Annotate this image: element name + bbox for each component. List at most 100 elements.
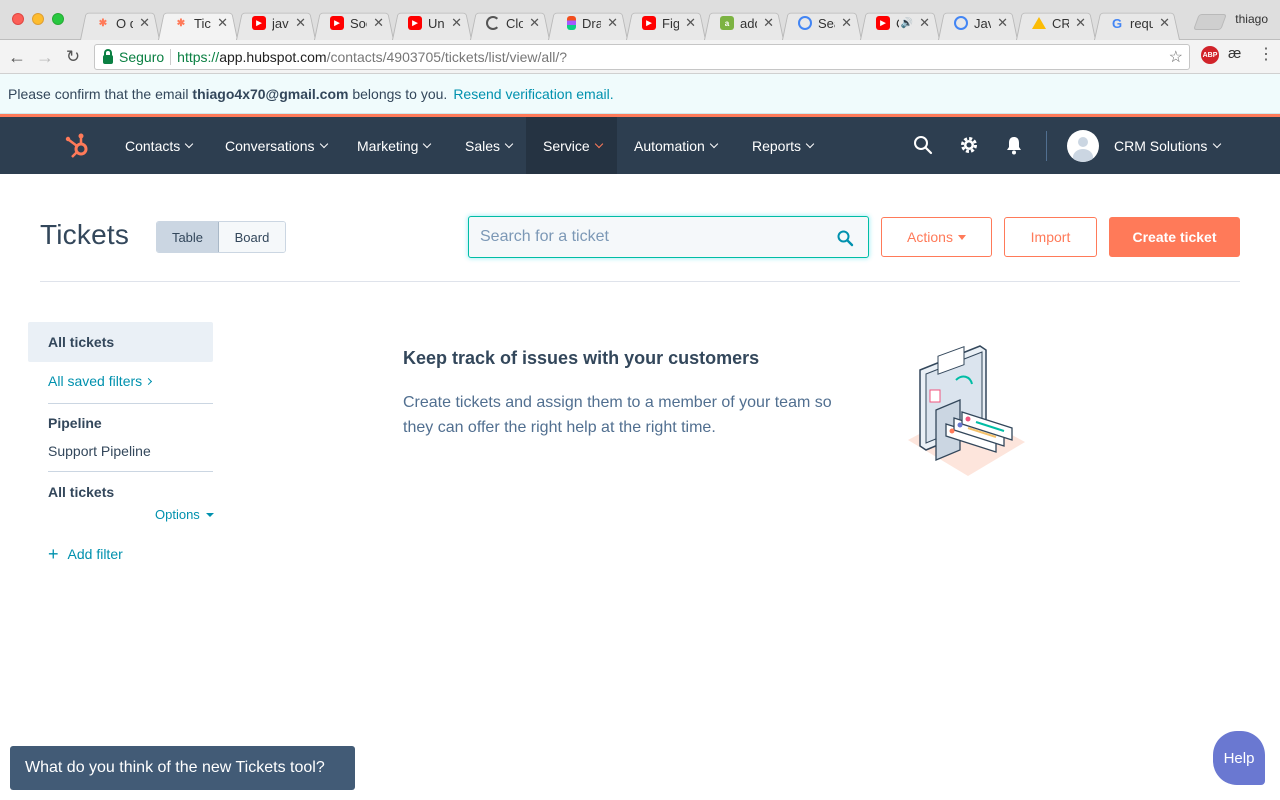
close-window-button[interactable] — [12, 13, 24, 25]
search-input[interactable] — [469, 217, 868, 257]
page-title: Tickets — [40, 219, 130, 250]
new-tab-button[interactable] — [1193, 14, 1227, 30]
audio-playing-icon[interactable]: 🔊 — [901, 18, 913, 29]
browser-tab[interactable]: ▶ Figm ✕ — [626, 6, 706, 40]
address-bar[interactable]: Seguro https:// app.hubspot.com /contact… — [94, 44, 1190, 70]
verification-email: thiago4x70@gmail.com — [192, 85, 349, 102]
secure-label: Seguro — [119, 49, 165, 65]
current-view-label: All tickets — [48, 484, 115, 500]
tab-close-icon[interactable]: ✕ — [997, 15, 1008, 31]
sidebar-divider — [48, 403, 213, 404]
browser-tab[interactable]: CRM ✕ — [1016, 6, 1096, 40]
browser-tab[interactable]: ▶ Socl ✕ — [314, 6, 394, 40]
browser-menu-icon[interactable]: ⋮ — [1258, 44, 1274, 64]
tab-close-icon[interactable]: ✕ — [763, 15, 774, 31]
search-console-icon — [798, 16, 812, 30]
tab-close-icon[interactable]: ✕ — [529, 15, 540, 31]
tab-close-icon[interactable]: ✕ — [841, 15, 852, 31]
create-ticket-label: Create ticket — [1132, 229, 1217, 245]
ae-extension-icon[interactable]: æ — [1228, 45, 1241, 62]
tab-close-icon[interactable]: ✕ — [685, 15, 696, 31]
browser-tab[interactable]: Java ✕ — [938, 6, 1018, 40]
tab-close-icon[interactable]: ✕ — [373, 15, 384, 31]
browser-tab[interactable]: Clou ✕ — [470, 6, 550, 40]
all-saved-filters-link[interactable]: All saved filters — [48, 373, 153, 389]
feedback-prompt-button[interactable]: What do you think of the new Tickets too… — [10, 746, 355, 790]
back-arrow-icon[interactable]: ← — [6, 46, 28, 68]
maximize-window-button[interactable] — [52, 13, 64, 25]
resend-verification-link[interactable]: Resend verification email. — [453, 86, 613, 102]
verification-text-after: belongs to you. — [352, 85, 448, 102]
tab-close-icon[interactable]: ✕ — [1075, 15, 1086, 31]
browser-tab[interactable]: a addi ✕ — [704, 6, 784, 40]
create-ticket-button[interactable]: Create ticket — [1109, 217, 1240, 257]
tab-close-icon[interactable]: ✕ — [919, 15, 930, 31]
browser-tab[interactable]: ▶ Univ ✕ — [392, 6, 472, 40]
chevron-down-icon — [185, 139, 194, 148]
nav-label: Automation — [634, 137, 705, 154]
browser-tab[interactable]: Draf ✕ — [548, 6, 628, 40]
tab-close-icon[interactable]: ✕ — [451, 15, 462, 31]
account-name: CRM Solutions — [1114, 137, 1208, 154]
browser-tab[interactable]: G requ ✕ — [1094, 6, 1180, 40]
hubspot-sprocket-icon: ✱ — [176, 17, 186, 29]
hubspot-logo-icon[interactable] — [64, 131, 92, 159]
search-icon[interactable] — [912, 134, 934, 156]
ticket-search — [468, 216, 869, 258]
nav-automation[interactable]: Automation — [622, 117, 729, 174]
chevron-down-icon — [319, 139, 328, 148]
sidebar-item-all-tickets[interactable]: All tickets — [28, 322, 213, 362]
tab-close-icon[interactable]: ✕ — [217, 15, 228, 31]
add-filter-button[interactable]: + Add filter — [48, 545, 123, 563]
table-view-button[interactable]: Table — [157, 222, 219, 252]
nav-contacts[interactable]: Contacts — [113, 117, 204, 174]
saved-filters-label: All saved filters — [48, 373, 143, 389]
email-verification-banner: Please confirm that the email thiago4x70… — [0, 74, 1280, 114]
help-button[interactable]: Help — [1213, 731, 1265, 785]
tab-close-icon[interactable]: ✕ — [1159, 15, 1170, 31]
youtube-icon: ▶ — [642, 16, 656, 30]
minimize-window-button[interactable] — [32, 13, 44, 25]
chevron-down-icon — [1213, 139, 1222, 148]
tab-close-icon[interactable]: ✕ — [607, 15, 618, 31]
view-toggle: Table Board — [156, 221, 286, 253]
browser-tab[interactable]: ✱ O qu ✕ — [80, 6, 160, 40]
forward-arrow-icon[interactable]: → — [34, 46, 56, 68]
reload-icon[interactable]: ↻ — [62, 46, 84, 68]
view-options-dropdown[interactable]: Options — [155, 507, 214, 522]
account-menu[interactable]: CRM Solutions — [1114, 117, 1222, 174]
board-view-button[interactable]: Board — [219, 222, 285, 252]
nav-marketing[interactable]: Marketing — [345, 117, 442, 174]
bell-icon[interactable] — [1003, 134, 1025, 156]
avatar[interactable] — [1067, 130, 1099, 162]
omnibox-separator — [170, 49, 172, 65]
search-icon[interactable] — [836, 229, 854, 247]
url-host: app.hubspot.com — [219, 49, 327, 65]
nav-sales[interactable]: Sales — [453, 117, 524, 174]
nav-conversations[interactable]: Conversations — [213, 117, 339, 174]
browser-tab[interactable]: Sear ✕ — [782, 6, 862, 40]
search-console-icon — [954, 16, 968, 30]
adblock-plus-icon[interactable]: ABP — [1201, 46, 1219, 64]
chevron-down-icon — [594, 139, 603, 148]
nav-reports[interactable]: Reports — [740, 117, 825, 174]
import-button[interactable]: Import — [1004, 217, 1097, 257]
nav-label: Reports — [752, 137, 802, 154]
header-divider — [40, 281, 1240, 282]
actions-button[interactable]: Actions — [881, 217, 992, 257]
chevron-down-icon — [805, 139, 815, 148]
gear-icon[interactable] — [958, 134, 980, 156]
browser-profile-name[interactable]: thiago — [1235, 12, 1268, 26]
browser-tab[interactable]: ▶ C 🔊 ✕ — [860, 6, 940, 40]
browser-tab-active[interactable]: ✱ Tick ✕ — [158, 6, 238, 40]
bookmark-star-icon[interactable]: ☆ — [1169, 47, 1183, 67]
browser-tab[interactable]: ▶ java ✕ — [236, 6, 316, 40]
import-label: Import — [1030, 229, 1071, 245]
google-drive-icon — [1032, 17, 1046, 29]
chevron-down-icon — [504, 139, 514, 148]
tab-close-icon[interactable]: ✕ — [295, 15, 306, 31]
google-icon: G — [1111, 15, 1123, 31]
tab-close-icon[interactable]: ✕ — [139, 15, 150, 31]
pipeline-select[interactable]: Support Pipeline — [48, 443, 151, 459]
nav-service[interactable]: Service — [526, 117, 617, 174]
